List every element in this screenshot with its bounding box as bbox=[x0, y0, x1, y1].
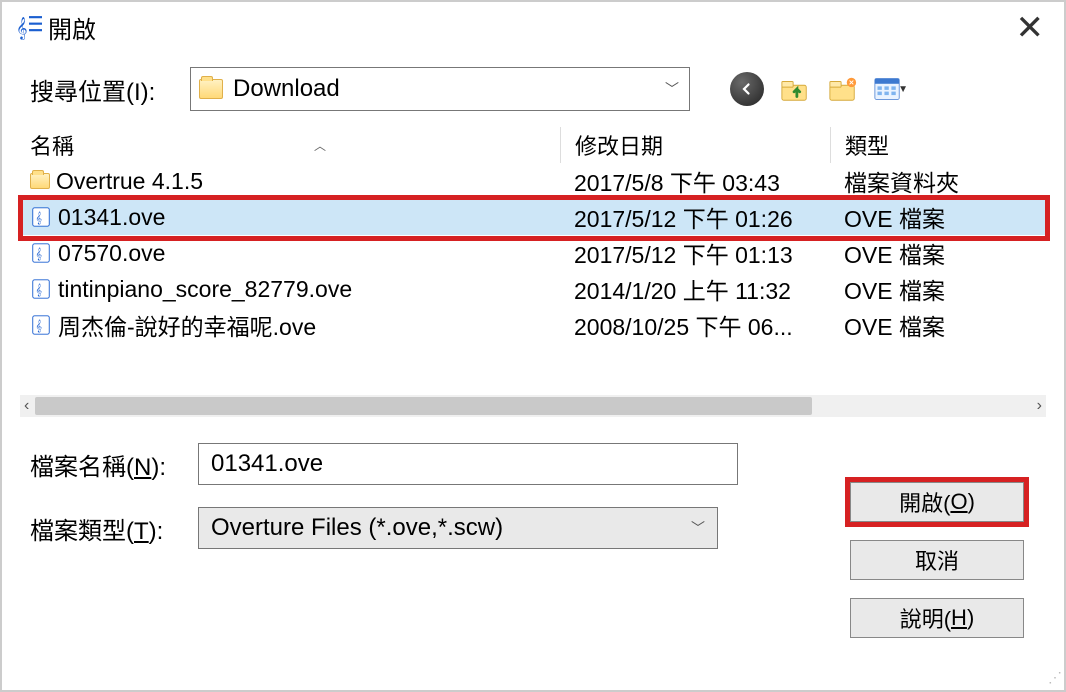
dialog-title: 開啟 bbox=[48, 10, 96, 45]
help-button[interactable]: 說明(H) bbox=[850, 598, 1024, 638]
list-item[interactable]: 𝄞 周杰倫-說好的幸福呢.ove 2008/10/25 下午 06...OVE 檔案 bbox=[20, 307, 1046, 343]
app-icon: 𝄞 bbox=[16, 15, 42, 41]
file-date: 2017/5/12 下午 01:13 bbox=[560, 236, 830, 270]
filetype-combo[interactable]: Overture Files (*.ove,*.scw) ﹀ bbox=[198, 507, 718, 549]
file-date: 2017/5/12 下午 01:26 bbox=[560, 200, 830, 234]
nav-icons: ▼ bbox=[730, 72, 908, 106]
folder-icon bbox=[30, 173, 50, 189]
filename-label: 檔案名稱(N): bbox=[30, 447, 198, 482]
nav-up-button[interactable] bbox=[778, 72, 812, 106]
scroll-left-icon[interactable]: ‹ bbox=[24, 397, 29, 415]
svg-text:𝄞: 𝄞 bbox=[36, 248, 43, 261]
column-name[interactable]: 名稱 bbox=[30, 129, 74, 161]
file-date: 2008/10/25 下午 06... bbox=[560, 308, 830, 342]
filetype-label: 檔案類型(T): bbox=[30, 511, 198, 546]
list-item[interactable]: 𝄞 tintinpiano_score_82779.ove 2014/1/20 上午… bbox=[20, 271, 1046, 307]
nav-back-button[interactable] bbox=[730, 72, 764, 106]
svg-text:𝄞: 𝄞 bbox=[16, 17, 28, 40]
cancel-button[interactable]: 取消 bbox=[850, 540, 1024, 580]
lookin-label: 搜尋位置(I): bbox=[30, 72, 170, 107]
file-name: 周杰倫-說好的幸福呢.ove bbox=[58, 308, 316, 342]
ove-file-icon: 𝄞 bbox=[30, 314, 52, 336]
chevron-down-icon: ﹀ bbox=[665, 79, 679, 99]
file-name: tintinpiano_score_82779.ove bbox=[58, 276, 352, 303]
file-name: 01341.ove bbox=[58, 204, 165, 231]
lookin-row: 搜尋位置(I): Download ﹀ ▼ bbox=[2, 45, 1064, 121]
filetype-value: Overture Files (*.ove,*.scw) bbox=[211, 514, 503, 542]
file-name: 07570.ove bbox=[58, 240, 165, 267]
nav-new-folder-button[interactable] bbox=[826, 72, 860, 106]
svg-text:𝄞: 𝄞 bbox=[36, 212, 43, 225]
file-date: 2014/1/20 上午 11:32 bbox=[560, 272, 830, 306]
file-type: OVE 檔案 bbox=[830, 308, 1046, 342]
folder-icon bbox=[199, 79, 223, 99]
ove-file-icon: 𝄞 bbox=[30, 242, 52, 264]
button-column: 開啟(O) 取消 說明(H) bbox=[850, 482, 1024, 638]
ove-file-icon: 𝄞 bbox=[30, 278, 52, 300]
file-name: Overtrue 4.1.5 bbox=[56, 168, 203, 195]
list-item[interactable]: Overtrue 4.1.5 2017/5/8 下午 03:43檔案資料夾 bbox=[20, 163, 1046, 199]
ove-file-icon: 𝄞 bbox=[30, 206, 52, 228]
horizontal-scrollbar[interactable]: ‹ › bbox=[20, 395, 1046, 417]
list-item[interactable]: 𝄞 01341.ove 2017/5/12 下午 01:26OVE 檔案 bbox=[20, 199, 1046, 235]
scroll-thumb[interactable] bbox=[35, 397, 811, 415]
file-type: OVE 檔案 bbox=[830, 200, 1046, 234]
file-date: 2017/5/8 下午 03:43 bbox=[560, 164, 830, 198]
svg-text:𝄞: 𝄞 bbox=[36, 284, 43, 297]
filename-input[interactable] bbox=[198, 443, 738, 485]
location-combo[interactable]: Download ﹀ bbox=[190, 67, 690, 111]
file-type: OVE 檔案 bbox=[830, 236, 1046, 270]
file-type: 檔案資料夾 bbox=[830, 164, 1046, 198]
column-type[interactable]: 類型 bbox=[830, 127, 1046, 163]
scroll-track[interactable] bbox=[35, 395, 1030, 417]
svg-text:𝄞: 𝄞 bbox=[36, 320, 43, 333]
file-list: 名稱 ︿ 修改日期 類型 Overtrue 4.1.5 2017/5/8 下午 03… bbox=[20, 127, 1046, 343]
nav-view-button[interactable]: ▼ bbox=[874, 72, 908, 106]
file-type: OVE 檔案 bbox=[830, 272, 1046, 306]
location-text: Download bbox=[233, 75, 340, 103]
title-bar-left: 𝄞 開啟 bbox=[16, 10, 96, 45]
title-bar: 𝄞 開啟 ✕ bbox=[2, 2, 1064, 45]
chevron-down-icon: ﹀ bbox=[691, 518, 705, 538]
list-header[interactable]: 名稱 ︿ 修改日期 類型 bbox=[20, 127, 1046, 163]
scroll-right-icon[interactable]: › bbox=[1037, 397, 1042, 415]
resize-grip[interactable]: ⋰ bbox=[1048, 669, 1058, 686]
open-dialog: 𝄞 開啟 ✕ 搜尋位置(I): Download ﹀ bbox=[0, 0, 1066, 692]
close-icon[interactable]: ✕ bbox=[1010, 11, 1051, 45]
column-date[interactable]: 修改日期 bbox=[560, 127, 830, 163]
open-button[interactable]: 開啟(O) bbox=[850, 482, 1024, 522]
chevron-down-icon: ▼ bbox=[898, 84, 908, 95]
sort-asc-icon: ︿ bbox=[314, 137, 326, 154]
list-item[interactable]: 𝄞 07570.ove 2017/5/12 下午 01:13OVE 檔案 bbox=[20, 235, 1046, 271]
